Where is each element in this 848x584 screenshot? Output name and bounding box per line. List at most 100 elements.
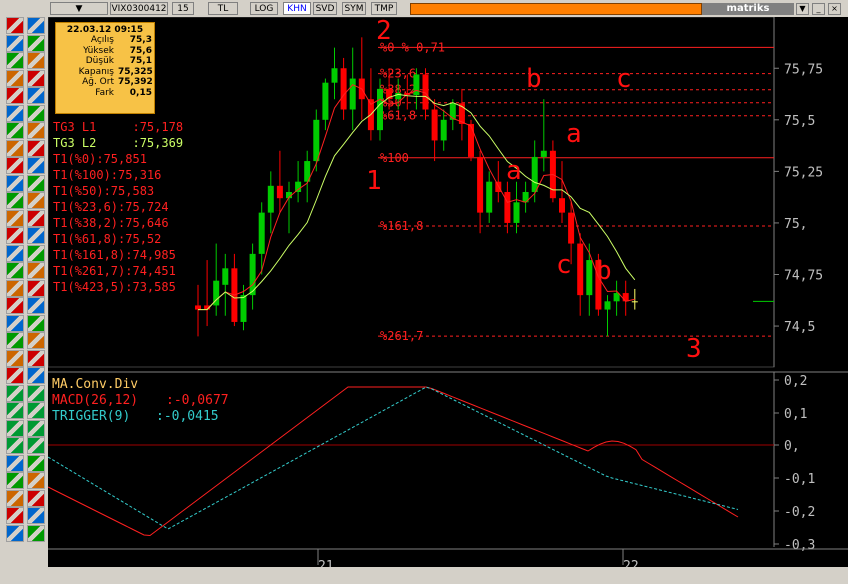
sym-button[interactable]: SYM	[342, 2, 366, 15]
fib-label: %23,6	[380, 67, 416, 81]
cursor-icon[interactable]	[6, 17, 24, 34]
candle-body	[613, 293, 620, 302]
brush-icon[interactable]	[27, 507, 45, 524]
menu-button[interactable]: ▼	[50, 2, 108, 15]
chart-canvas[interactable]: %0 % 0,71%23,6%38,2%50%61,8%100%161,8%26…	[48, 17, 848, 584]
bell-icon[interactable]	[6, 384, 24, 402]
arrow-icon[interactable]	[6, 279, 24, 297]
help-icon[interactable]	[27, 454, 45, 472]
candle-body	[486, 181, 493, 213]
minimize-button[interactable]: _	[812, 3, 825, 15]
arrow-icon[interactable]	[6, 52, 24, 69]
wave-annotation: a	[566, 119, 582, 149]
candle-body	[559, 198, 565, 213]
khn-button[interactable]: KHN	[283, 2, 311, 15]
fan-icon[interactable]	[6, 332, 24, 349]
price-axis-label: 75,5	[784, 114, 815, 129]
channel-icon[interactable]	[6, 314, 24, 332]
zoom-out-icon[interactable]	[27, 209, 45, 227]
macd-axis-label: 0,1	[784, 407, 807, 422]
pen-icon[interactable]	[6, 262, 24, 279]
level-item: TG3 L2 :75,369	[53, 136, 184, 150]
zoom-icon[interactable]	[6, 367, 24, 384]
wave-annotation: a	[506, 156, 522, 186]
grid-icon[interactable]	[6, 122, 24, 139]
currency-field[interactable]: TL	[208, 2, 238, 15]
double-line-icon[interactable]	[27, 297, 45, 314]
help-icon[interactable]	[27, 227, 45, 244]
candle-body	[513, 202, 520, 223]
nav-down-icon[interactable]	[27, 402, 45, 419]
wave-annotation: 3	[686, 334, 702, 364]
zoom-icon[interactable]	[6, 139, 24, 157]
zoom-in-icon[interactable]	[6, 209, 24, 227]
hammer-icon[interactable]	[27, 17, 45, 34]
nav-down-icon[interactable]	[27, 174, 45, 192]
symbol-field[interactable]: VIX0300412	[110, 2, 168, 15]
down-arrow-button[interactable]: ▼	[796, 3, 809, 15]
lock-icon[interactable]	[27, 367, 45, 384]
fan-icon[interactable]	[6, 104, 24, 122]
trigger-line	[48, 386, 739, 530]
channel-icon[interactable]	[6, 87, 24, 104]
macd-axis-label: -0,2	[784, 505, 815, 520]
macd-value: :-0,0677	[166, 393, 229, 408]
candle-body	[349, 78, 356, 110]
print-icon[interactable]	[6, 227, 24, 244]
text-icon[interactable]	[27, 349, 45, 367]
level-item: T1(%50):75,583	[53, 184, 155, 198]
arrow-icon[interactable]	[6, 507, 24, 524]
zoom-in-icon[interactable]	[6, 437, 24, 454]
period-field[interactable]: 15	[172, 2, 194, 15]
minus-icon[interactable]	[6, 297, 24, 314]
fib-icon[interactable]	[27, 314, 45, 332]
cursor-icon[interactable]	[6, 472, 24, 489]
svd-button[interactable]: SVD	[313, 2, 337, 15]
flag-icon[interactable]	[27, 384, 45, 402]
brush-icon[interactable]	[27, 52, 45, 69]
line-icon[interactable]	[27, 489, 45, 507]
minus-icon[interactable]	[6, 524, 24, 542]
gann-icon[interactable]	[27, 104, 45, 122]
status-strip	[410, 3, 702, 15]
candle-body	[622, 293, 629, 302]
wave-annotation: b	[596, 256, 612, 286]
nav-left-icon[interactable]	[6, 192, 24, 209]
candle-body	[468, 123, 474, 157]
cursor-icon[interactable]	[6, 244, 24, 262]
double-line-icon[interactable]	[27, 524, 45, 542]
bell-icon[interactable]	[6, 157, 24, 174]
nav-right-icon[interactable]	[27, 419, 45, 437]
text-icon[interactable]	[27, 122, 45, 139]
level-item: T1(%61,8):75,52	[53, 232, 162, 246]
level-item: T1(%0):75,851	[53, 152, 147, 166]
line-icon[interactable]	[27, 34, 45, 52]
nav-left-icon[interactable]	[6, 419, 24, 437]
double-line-icon[interactable]	[27, 69, 45, 87]
pen-icon[interactable]	[6, 34, 24, 52]
price-axis-label: 74,75	[784, 269, 823, 284]
level-item: T1(%423,5):73,585	[53, 280, 176, 294]
hammer-icon[interactable]	[27, 244, 45, 262]
log-button[interactable]: LOG	[250, 2, 278, 15]
brush-icon[interactable]	[27, 279, 45, 297]
tmp-button[interactable]: TMP	[371, 2, 397, 15]
pen-icon[interactable]	[6, 489, 24, 507]
level-item: T1(%23,6):75,724	[53, 200, 169, 214]
line-icon[interactable]	[27, 262, 45, 279]
chart-area: %0 % 0,71 %23,6 %38,2 %50 %61,8 %100 %161,8 %26…	[48, 17, 848, 584]
nav-right-icon[interactable]	[27, 192, 45, 209]
nav-up-icon[interactable]	[6, 174, 24, 192]
flag-icon[interactable]	[27, 157, 45, 174]
minus-icon[interactable]	[6, 69, 24, 87]
lock-icon[interactable]	[27, 139, 45, 157]
zoom-out-icon[interactable]	[27, 437, 45, 454]
nav-up-icon[interactable]	[6, 402, 24, 419]
fib-label: %61,8	[380, 109, 416, 123]
gann-icon[interactable]	[27, 332, 45, 349]
fib-icon[interactable]	[27, 87, 45, 104]
grid-icon[interactable]	[6, 349, 24, 367]
print-icon[interactable]	[6, 454, 24, 472]
hammer-icon[interactable]	[27, 472, 45, 489]
close-button[interactable]: ×	[828, 3, 841, 15]
